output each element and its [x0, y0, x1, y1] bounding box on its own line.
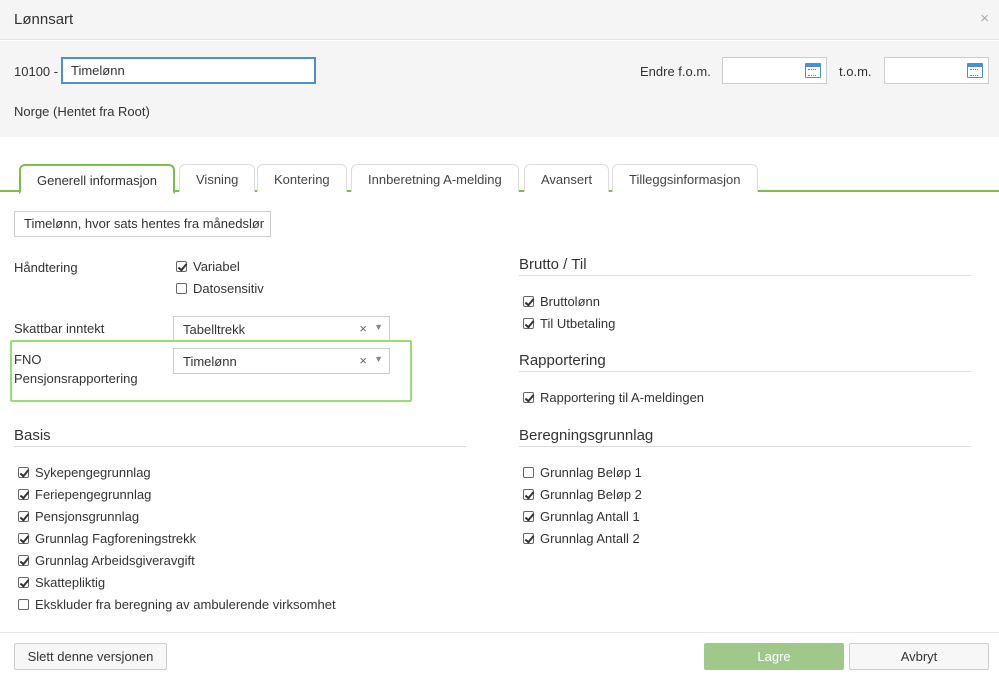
handtering-label: Håndtering [14, 260, 78, 275]
checkbox-icon[interactable] [18, 489, 29, 500]
checkbox-row[interactable]: Rapportering til A-meldingen [523, 389, 704, 407]
skattbar-label: Skattbar inntekt [14, 321, 105, 336]
checkbox-row[interactable]: Sykepengegrunnlag [18, 464, 151, 482]
calendar-icon[interactable] [805, 63, 821, 78]
checkbox-row[interactable]: Grunnlag Antall 1 [523, 508, 640, 526]
country-label: Norge (Hentet fra Root) [14, 104, 150, 119]
checkbox-label: Skattepliktig [35, 575, 106, 590]
divider [519, 275, 971, 276]
checkbox-label: Feriepengegrunnlag [35, 487, 152, 502]
tab-kontering[interactable]: Kontering [257, 164, 347, 192]
checkbox-icon[interactable] [18, 511, 29, 522]
checkbox-icon[interactable] [523, 467, 534, 478]
tab-tilleggsinformasjon[interactable]: Tilleggsinformasjon [612, 164, 758, 192]
checkbox-row[interactable]: Ekskluder fra beregning av ambulerende v… [18, 596, 336, 614]
beregning-title: Beregningsgrunnlag [519, 427, 654, 444]
tab-avansert[interactable]: Avansert [524, 164, 610, 192]
clear-icon[interactable]: × [359, 321, 367, 336]
checkbox-icon[interactable] [523, 392, 534, 403]
checkbox-label: Bruttolønn [540, 294, 600, 309]
checkbox-label: Grunnlag Arbeidsgiveravgift [35, 553, 195, 568]
delete-version-button[interactable]: Slett denne versjonen [14, 643, 167, 670]
checkbox-label: Grunnlag Antall 1 [540, 509, 640, 524]
fno-select[interactable]: Timelønn × ▼ [173, 348, 390, 374]
divider [519, 371, 971, 372]
checkbox-row[interactable]: Grunnlag Beløp 2 [523, 486, 642, 504]
checkbox-row[interactable]: Grunnlag Antall 2 [523, 530, 640, 548]
checkbox-icon[interactable] [523, 533, 534, 544]
cancel-button[interactable]: Avbryt [849, 643, 989, 670]
description-field[interactable]: Timelønn, hvor sats hentes fra månedslør [14, 211, 271, 237]
save-button[interactable]: Lagre [704, 643, 844, 670]
checkbox-icon[interactable] [18, 555, 29, 566]
dialog-title: Lønnsart [14, 11, 74, 28]
tab-innberetning-a-melding[interactable]: Innberetning A-melding [351, 164, 519, 192]
wage-type-name-input[interactable] [61, 57, 316, 84]
checkbox-label: Grunnlag Fagforeningstrekk [35, 531, 197, 546]
checkbox-icon[interactable] [523, 296, 534, 307]
dialog-footer: Slett denne versjonen Lagre Avbryt [0, 632, 999, 680]
skattbar-select[interactable]: Tabelltrekk × ▼ [173, 316, 390, 342]
calendar-icon[interactable] [967, 63, 983, 78]
checkbox-icon[interactable] [523, 489, 534, 500]
tab-bar: Generell informasjon Visning Kontering I… [0, 164, 999, 194]
variabel-checkbox[interactable]: Variabel [176, 258, 240, 276]
checkbox-row[interactable]: Feriepengegrunnlag [18, 486, 151, 504]
checkbox-icon[interactable] [18, 533, 29, 544]
tab-generell-informasjon[interactable]: Generell informasjon [19, 164, 175, 194]
close-icon[interactable]: × [980, 10, 989, 27]
checkbox-label: Til Utbetaling [540, 316, 616, 331]
dialog-header: 10100 - Endre f.o.m. t.o.m. Norge (Hente… [0, 41, 999, 137]
checkbox-icon[interactable] [523, 318, 534, 329]
checkbox-row[interactable]: Grunnlag Beløp 1 [523, 464, 642, 482]
tom-date-field[interactable] [884, 57, 989, 84]
fno-label-line2: Pensjonsrapportering [14, 371, 138, 386]
checkbox-icon[interactable] [176, 283, 187, 294]
checkbox-label: Ekskluder fra beregning av ambulerende v… [35, 597, 336, 612]
fom-date-field[interactable] [722, 57, 827, 84]
chevron-down-icon[interactable]: ▼ [374, 322, 383, 332]
tom-label: t.o.m. [839, 64, 872, 79]
checkbox-row[interactable]: Til Utbetaling [523, 315, 615, 333]
tab-visning[interactable]: Visning [179, 164, 256, 192]
checkbox-label: Pensjonsgrunnlag [35, 509, 140, 524]
checkbox-row[interactable]: Skattepliktig [18, 574, 105, 592]
checkbox-icon[interactable] [18, 467, 29, 478]
dialog-titlebar: Lønnsart × [0, 0, 999, 40]
checkbox-icon[interactable] [523, 511, 534, 522]
datosensitiv-checkbox[interactable]: Datosensitiv [176, 280, 264, 298]
divider [519, 446, 971, 447]
clear-icon[interactable]: × [359, 353, 367, 368]
rapportering-title: Rapportering [519, 352, 606, 369]
checkbox-label: Grunnlag Beløp 1 [540, 465, 642, 480]
chevron-down-icon[interactable]: ▼ [374, 354, 383, 364]
checkbox-row[interactable]: Grunnlag Arbeidsgiveravgift [18, 552, 195, 570]
fno-label: FNO [14, 352, 42, 367]
checkbox-label: Grunnlag Beløp 2 [540, 487, 642, 502]
wage-type-code: 10100 - [14, 64, 59, 79]
checkbox-icon[interactable] [18, 599, 29, 610]
checkbox-label: Rapportering til A-meldingen [540, 390, 705, 405]
fom-label: Endre f.o.m. [640, 64, 711, 79]
checkbox-icon[interactable] [18, 577, 29, 588]
checkbox-row[interactable]: Grunnlag Fagforeningstrekk [18, 530, 196, 548]
checkbox-label: Grunnlag Antall 2 [540, 531, 640, 546]
checkbox-row[interactable]: Pensjonsgrunnlag [18, 508, 139, 526]
divider [14, 446, 466, 447]
checkbox-label: Sykepengegrunnlag [35, 465, 151, 480]
checkbox-icon[interactable] [176, 261, 187, 272]
checkbox-row[interactable]: Bruttolønn [523, 293, 600, 311]
basis-title: Basis [14, 427, 51, 444]
brutto-title: Brutto / Til [519, 256, 587, 273]
